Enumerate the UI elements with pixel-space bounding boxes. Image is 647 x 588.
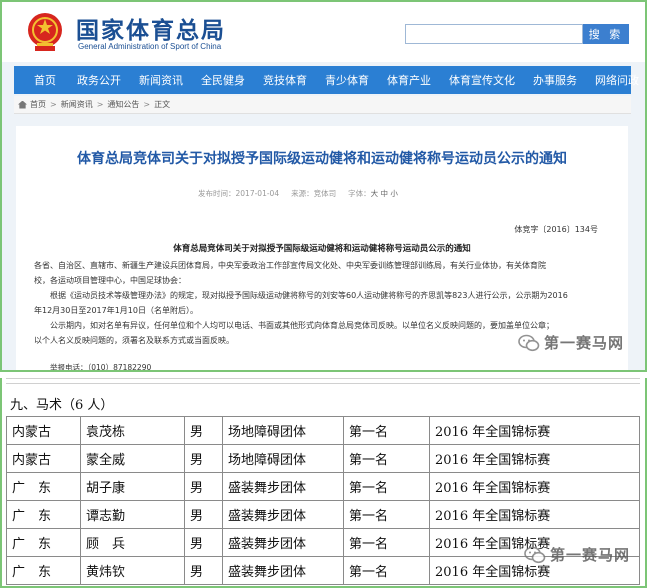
province-cell: 广 东 xyxy=(6,500,81,529)
gender-cell: 男 xyxy=(184,444,223,473)
event-cell: 场地障碍团体 xyxy=(222,416,344,445)
article-meta: 发布时间：2017-01-04 来源：竞体司 字体：大 中 小 xyxy=(198,188,398,199)
gender-cell: 男 xyxy=(184,472,223,501)
paragraph: 各省、自治区、直辖市、新疆生产建设兵团体育局，中央军委政治工作部宣传局文化处、中… xyxy=(34,261,546,270)
report-phone: 举报电话：（010）87182290 xyxy=(50,363,152,372)
national-emblem-icon xyxy=(28,13,62,51)
breadcrumb-separator: > xyxy=(143,100,151,109)
breadcrumb-home[interactable]: 首页 xyxy=(30,99,46,110)
province-cell: 内蒙古 xyxy=(6,416,81,445)
gender-cell: 男 xyxy=(184,416,223,445)
source-value: 竞体司 xyxy=(313,189,337,198)
wechat-icon xyxy=(524,546,546,563)
font-size-options[interactable]: 大 中 小 xyxy=(371,189,398,198)
gender-cell: 男 xyxy=(184,500,223,529)
event-cell: 盛装舞步团体 xyxy=(222,500,344,529)
province-cell: 广 东 xyxy=(6,472,81,501)
competition-cell: 2016 年全国锦标赛 xyxy=(429,472,640,501)
nav-item-youth-sports[interactable]: 青少体育 xyxy=(316,72,378,88)
site-title[interactable]: 国家体育总局 xyxy=(76,11,226,45)
nav-item-government-affairs[interactable]: 政务公开 xyxy=(68,72,130,88)
name-cell: 黄炜钦 xyxy=(80,556,185,585)
name-cell: 蒙全威 xyxy=(80,444,185,473)
article-title: 体育总局竞体司关于对拟授予国际级运动健将和运动健将称号运动员公示的通知 xyxy=(77,151,567,167)
rank-cell: 第一名 xyxy=(343,472,430,501)
name-cell: 顾 兵 xyxy=(80,528,185,557)
table-row: 内蒙古 袁茂栋 男 场地障碍团体 第一名 2016 年全国锦标赛 xyxy=(6,416,640,445)
table-row: 广 东 谭志勤 男 盛装舞步团体 第一名 2016 年全国锦标赛 xyxy=(6,500,640,529)
search-input[interactable] xyxy=(405,24,583,44)
nav-item-news[interactable]: 新闻资讯 xyxy=(130,72,192,88)
document-number: 体竞字〔2016〕134号 xyxy=(514,225,598,234)
watermark-text: 第一赛马网 xyxy=(550,546,631,564)
event-cell: 盛装舞步团体 xyxy=(222,528,344,557)
paragraph: 校，各运动项目管理中心，中国足球协会： xyxy=(34,276,186,285)
source: 来源：竞体司 xyxy=(291,188,336,199)
webpage-screenshot: 国家体育总局 General Administration of Sport o… xyxy=(0,0,647,372)
competition-cell: 2016 年全国锦标赛 xyxy=(429,500,640,529)
rank-cell: 第一名 xyxy=(343,444,430,473)
search-button[interactable]: 搜 索 xyxy=(583,24,629,44)
watermark: 第一赛马网 xyxy=(518,332,624,353)
table-row: 广 东 胡子康 男 盛装舞步团体 第一名 2016 年全国锦标赛 xyxy=(6,472,640,501)
province-cell: 内蒙古 xyxy=(6,444,81,473)
breadcrumb-notices[interactable]: 通知公告 xyxy=(107,99,139,110)
nav-item-services[interactable]: 办事服务 xyxy=(524,72,586,88)
table-top-border xyxy=(6,378,640,384)
rank-cell: 第一名 xyxy=(343,416,430,445)
site-subtitle: General Administration of Sport of China xyxy=(78,42,222,51)
table-row: 内蒙古 蒙全威 男 场地障碍团体 第一名 2016 年全国锦标赛 xyxy=(6,444,640,473)
event-cell: 盛装舞步团体 xyxy=(222,556,344,585)
breadcrumb-separator: > xyxy=(96,100,104,109)
article-subhead: 体育总局竞体司关于对拟授予国际级运动健将和运动健将称号运动员公示的通知 xyxy=(173,244,471,254)
nav-item-competitive-sports[interactable]: 竞技体育 xyxy=(254,72,316,88)
paragraph: 根据《运动员技术等级管理办法》的规定，现对拟授予国际级运动健将称号的刘安等60人… xyxy=(50,291,568,300)
nav-item-home[interactable]: 首页 xyxy=(14,72,68,88)
source-label: 来源： xyxy=(291,189,314,198)
rank-cell: 第一名 xyxy=(343,528,430,557)
breadcrumb-current: 正文 xyxy=(154,100,171,109)
watermark-text: 第一赛马网 xyxy=(544,334,625,352)
competition-cell: 2016 年全国锦标赛 xyxy=(429,416,640,445)
breadcrumb-news[interactable]: 新闻资讯 xyxy=(61,99,93,110)
main-nav: 首页 政务公开 新闻资讯 全民健身 竞技体育 青少体育 体育产业 体育宣传文化 … xyxy=(14,66,639,94)
gender-cell: 男 xyxy=(184,528,223,557)
publish-date-label: 发布时间： xyxy=(198,189,236,198)
font-size-control: 字体：大 中 小 xyxy=(348,188,398,199)
watermark: 第一赛马网 xyxy=(524,544,630,565)
wechat-icon xyxy=(518,334,540,351)
nav-item-fitness[interactable]: 全民健身 xyxy=(192,72,254,88)
paragraph: 年12月30日至2017年1月10日（名单附后）。 xyxy=(34,306,198,315)
breadcrumb-separator: > xyxy=(50,100,57,109)
rank-cell: 第一名 xyxy=(343,500,430,529)
event-cell: 盛装舞步团体 xyxy=(222,472,344,501)
publish-date: 发布时间：2017-01-04 xyxy=(198,188,279,199)
name-cell: 谭志勤 xyxy=(80,500,185,529)
event-cell: 场地障碍团体 xyxy=(222,444,344,473)
competition-cell: 2016 年全国锦标赛 xyxy=(429,444,640,473)
rank-cell: 第一名 xyxy=(343,556,430,585)
paragraph: 公示期内，如对名单有异议，任何单位和个人均可以电话、书面或其他形式向体育总局竞体… xyxy=(50,321,554,330)
gender-cell: 男 xyxy=(184,556,223,585)
font-size-label: 字体： xyxy=(348,189,371,198)
name-cell: 袁茂栋 xyxy=(80,416,185,445)
name-cell: 胡子康 xyxy=(80,472,185,501)
nav-item-sports-industry[interactable]: 体育产业 xyxy=(378,72,440,88)
section-title: 九、马术（6 人） xyxy=(10,398,114,413)
province-cell: 广 东 xyxy=(6,528,81,557)
publish-date-value: 2017-01-04 xyxy=(235,189,280,198)
site-header: 国家体育总局 General Administration of Sport o… xyxy=(2,2,645,62)
province-cell: 广 东 xyxy=(6,556,81,585)
nav-item-inquiry[interactable]: 网络问政 xyxy=(586,72,645,88)
nav-item-sports-culture[interactable]: 体育宣传文化 xyxy=(440,72,524,88)
breadcrumb: 首页 > 新闻资讯 > 通知公告 > 正文 xyxy=(14,96,631,114)
winners-table-image: 九、马术（6 人） 内蒙古 袁茂栋 男 场地障碍团体 第一名 2016 年全国锦… xyxy=(0,378,647,588)
home-icon xyxy=(18,100,27,109)
